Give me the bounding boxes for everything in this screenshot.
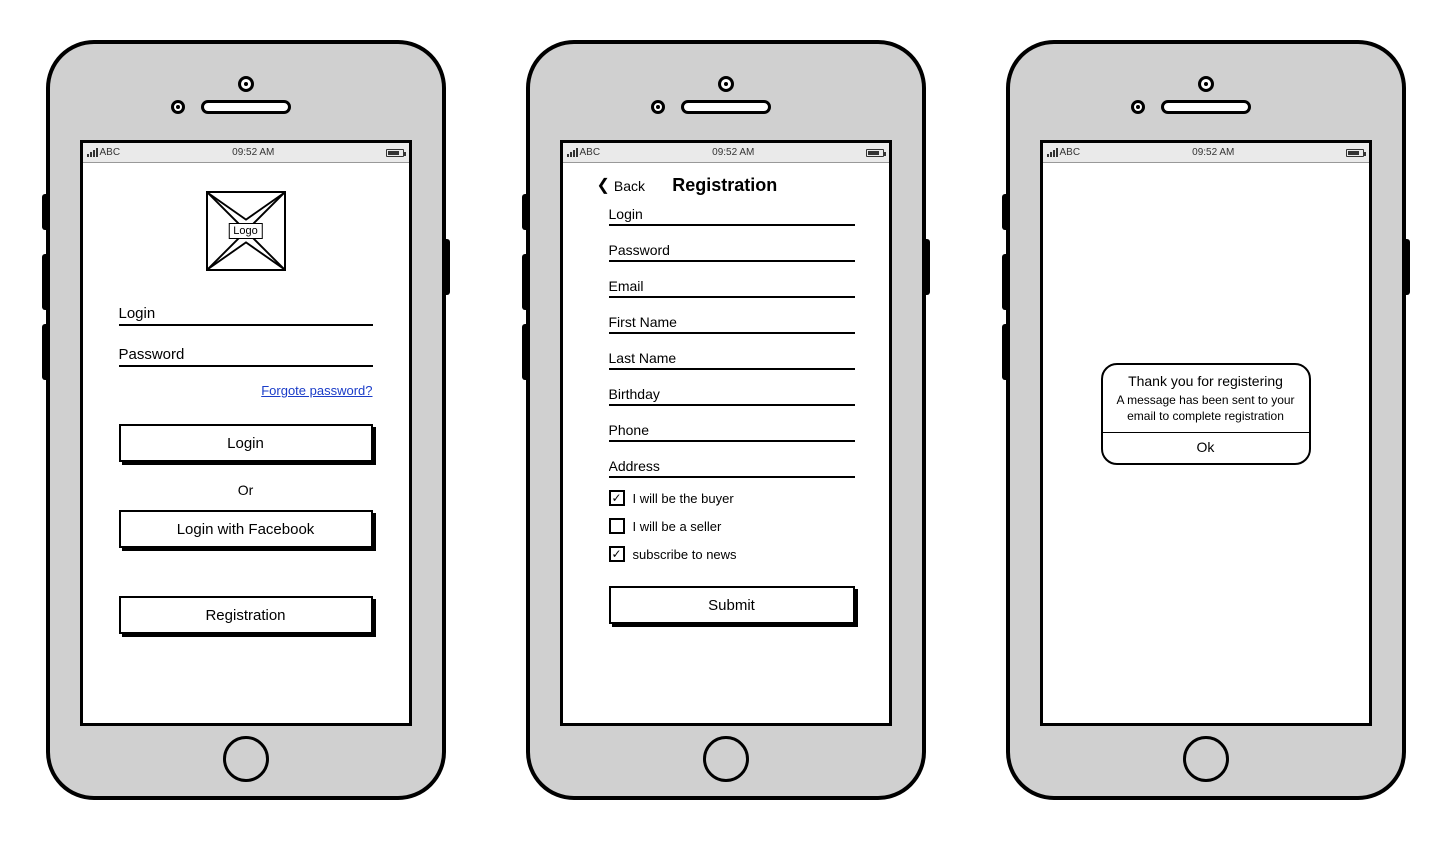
login-content: Logo Forgote password? Login Or Login wi… (83, 163, 409, 723)
time-label: 09:52 AM (232, 147, 274, 158)
reg-lastname-input[interactable] (609, 346, 855, 370)
screen-confirmation: ABC 09:52 AM Thank you for registering A… (1040, 140, 1372, 726)
side-button (1002, 194, 1010, 230)
screen-registration: ABC 09:52 AM ❮ Back Registration (560, 140, 892, 726)
phone-frame-login: ABC 09:52 AM Logo Forgote password? Logi… (46, 40, 446, 800)
reg-address-input[interactable] (609, 454, 855, 478)
battery-icon (866, 149, 884, 157)
reg-email-input[interactable] (609, 274, 855, 298)
sensor-dot (171, 100, 185, 114)
home-button[interactable] (703, 736, 749, 782)
home-button[interactable] (223, 736, 269, 782)
status-bar: ABC 09:52 AM (83, 143, 409, 163)
dialog-ok-button[interactable]: Ok (1103, 433, 1309, 463)
camera-dot (1198, 76, 1214, 92)
reg-phone-input[interactable] (609, 418, 855, 442)
news-checkbox-label: subscribe to news (633, 547, 737, 562)
sensor-dot (651, 100, 665, 114)
login-input[interactable] (119, 301, 373, 326)
screen-login: ABC 09:52 AM Logo Forgote password? Logi… (80, 140, 412, 726)
battery-icon (1346, 149, 1364, 157)
carrier-label: ABC (580, 147, 601, 158)
carrier-label: ABC (100, 147, 121, 158)
login-button[interactable]: Login (119, 424, 373, 462)
dialog-title: Thank you for registering (1103, 365, 1309, 393)
side-button (42, 324, 50, 380)
earpiece-slot (201, 100, 291, 114)
logo-placeholder: Logo (206, 191, 286, 271)
phone-frame-registration: ABC 09:52 AM ❮ Back Registration (526, 40, 926, 800)
side-button (1002, 254, 1010, 310)
forgot-password-link[interactable]: Forgote password? (119, 383, 373, 398)
dialog-body: A message has been sent to your email to… (1103, 393, 1309, 432)
reg-firstname-input[interactable] (609, 310, 855, 334)
status-bar: ABC 09:52 AM (1043, 143, 1369, 163)
side-button (442, 239, 450, 295)
buyer-checkbox[interactable]: ✓ (609, 490, 625, 506)
side-button (42, 254, 50, 310)
news-checkbox-row: ✓ subscribe to news (609, 546, 855, 562)
signal-icon (87, 148, 98, 157)
reg-login-input[interactable] (609, 202, 855, 226)
side-button (42, 194, 50, 230)
side-button (1002, 324, 1010, 380)
camera-dot (238, 76, 254, 92)
carrier-label: ABC (1060, 147, 1081, 158)
seller-checkbox-row: I will be a seller (609, 518, 855, 534)
password-input[interactable] (119, 342, 373, 367)
login-facebook-button[interactable]: Login with Facebook (119, 510, 373, 548)
registration-button[interactable]: Registration (119, 596, 373, 634)
home-button[interactable] (1183, 736, 1229, 782)
news-checkbox[interactable]: ✓ (609, 546, 625, 562)
or-divider: Or (119, 482, 373, 498)
buyer-checkbox-label: I will be the buyer (633, 491, 734, 506)
side-button (1402, 239, 1410, 295)
earpiece-slot (681, 100, 771, 114)
time-label: 09:52 AM (1192, 147, 1234, 158)
page-title: Registration (595, 175, 854, 196)
reg-birthday-input[interactable] (609, 382, 855, 406)
phone-frame-confirmation: ABC 09:52 AM Thank you for registering A… (1006, 40, 1406, 800)
seller-checkbox-label: I will be a seller (633, 519, 722, 534)
side-button (922, 239, 930, 295)
buyer-checkbox-row: ✓ I will be the buyer (609, 490, 855, 506)
battery-icon (386, 149, 404, 157)
logo-label: Logo (228, 223, 262, 239)
status-bar: ABC 09:52 AM (563, 143, 889, 163)
reg-password-input[interactable] (609, 238, 855, 262)
seller-checkbox[interactable] (609, 518, 625, 534)
camera-dot (718, 76, 734, 92)
confirmation-dialog: Thank you for registering A message has … (1101, 363, 1311, 465)
signal-icon (567, 148, 578, 157)
submit-button[interactable]: Submit (609, 586, 855, 624)
time-label: 09:52 AM (712, 147, 754, 158)
confirmation-content: Thank you for registering A message has … (1043, 163, 1369, 723)
registration-content: ❮ Back Registration ✓ I will be the buye… (563, 163, 889, 723)
side-button (522, 254, 530, 310)
side-button (522, 324, 530, 380)
signal-icon (1047, 148, 1058, 157)
earpiece-slot (1161, 100, 1251, 114)
sensor-dot (1131, 100, 1145, 114)
side-button (522, 194, 530, 230)
registration-header: ❮ Back Registration (597, 175, 855, 196)
